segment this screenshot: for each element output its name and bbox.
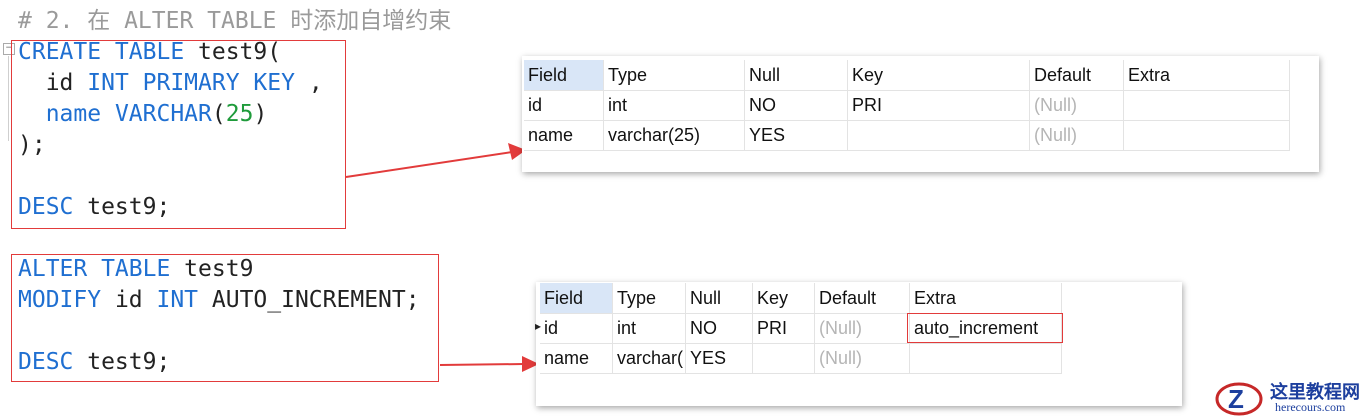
table-cell[interactable]: int	[604, 90, 745, 120]
svg-text:Z: Z	[1228, 384, 1244, 414]
column-header[interactable]: Extra	[1124, 60, 1290, 90]
arrow-line	[439, 363, 525, 366]
table-cell[interactable]: YES	[745, 120, 848, 150]
site-logo-icon: Z	[1215, 382, 1263, 416]
table-cell[interactable]: int	[613, 313, 686, 343]
table-cell[interactable]: (Null)	[815, 343, 910, 373]
column-header[interactable]: Key	[753, 283, 815, 313]
column-header[interactable]: Default	[815, 283, 910, 313]
table-cell[interactable]: name	[540, 343, 613, 373]
table-cell[interactable]: YES	[686, 343, 753, 373]
table-cell[interactable]	[1124, 90, 1290, 120]
table-cell[interactable]: NO	[745, 90, 848, 120]
column-header[interactable]: Field	[540, 283, 613, 313]
table-cell[interactable]: PRI	[848, 90, 1030, 120]
table-header-row: Field Type Null Key Default Extra	[524, 60, 1290, 91]
table-cell[interactable]: (Null)	[1030, 90, 1124, 120]
table-header-row: Field Type Null Key Default Extra	[540, 283, 1062, 314]
table-cell[interactable]: id	[540, 313, 613, 343]
table-cell[interactable]: (Null)	[1030, 120, 1124, 150]
column-header[interactable]: Extra	[910, 283, 1062, 313]
watermark-url: herecours.com	[1275, 400, 1346, 414]
current-row-indicator-icon: ▸	[535, 319, 542, 333]
table-cell[interactable]: PRI	[753, 313, 815, 343]
table-cell[interactable]	[848, 120, 1030, 150]
auto-increment-highlight	[907, 313, 1063, 343]
column-header[interactable]: Null	[686, 283, 753, 313]
table-cell[interactable]: (Null)	[815, 313, 910, 343]
table-cell[interactable]: varchar(25)	[604, 120, 745, 150]
table-cell[interactable]: NO	[686, 313, 753, 343]
arrow-line	[345, 151, 513, 178]
table-cell[interactable]	[910, 343, 1062, 373]
table-row[interactable]: name varchar(25) YES (Null)	[524, 120, 1290, 151]
table-cell[interactable]	[753, 343, 815, 373]
column-header[interactable]: Type	[604, 60, 745, 90]
table-cell[interactable]: name	[524, 120, 604, 150]
table-cell[interactable]: varchar(	[613, 343, 686, 373]
column-header[interactable]: Key	[848, 60, 1030, 90]
column-header[interactable]: Field	[524, 60, 604, 90]
column-header[interactable]: Type	[613, 283, 686, 313]
table-cell[interactable]	[1124, 120, 1290, 150]
column-header[interactable]: Default	[1030, 60, 1124, 90]
table-row[interactable]: name varchar( YES (Null)	[540, 343, 1062, 374]
table-cell[interactable]: id	[524, 90, 604, 120]
table-row[interactable]: id int NO PRI (Null)	[524, 90, 1290, 121]
column-header[interactable]: Null	[745, 60, 848, 90]
